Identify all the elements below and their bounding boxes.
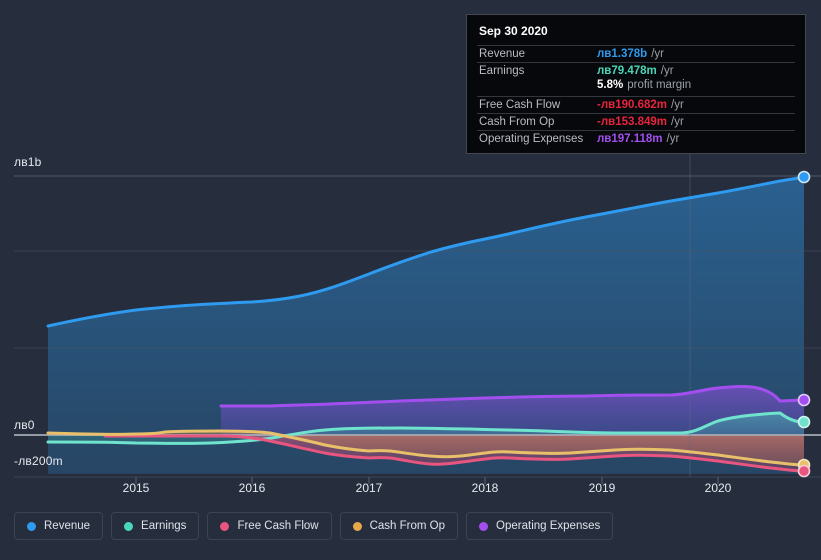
tooltip-suffix-profit-margin: profit margin: [627, 79, 692, 91]
legend-label-earnings: Earnings: [141, 520, 187, 532]
revenue-end-marker: [797, 170, 811, 184]
chart-page: лв1b лв0 -лв200m 2015 2016 2017 2018 201…: [0, 0, 821, 560]
legend-item-free-cash-flow[interactable]: Free Cash Flow: [207, 512, 332, 540]
x-axis-label-2015: 2015: [122, 481, 150, 495]
cash-from-op-color-dot-icon: [352, 521, 362, 531]
tooltip-row-earnings: Earnings лв79.478m /yr: [477, 62, 795, 79]
tooltip-suffix-revenue: /yr: [651, 48, 664, 60]
tooltip-date: Sep 30 2020: [479, 24, 548, 38]
fcf-end-marker: [797, 464, 811, 478]
tooltip-suffix-free-cash-flow: /yr: [671, 99, 684, 111]
earnings-end-marker: [797, 415, 811, 429]
tooltip-row-operating-expenses: Operating Expenses лв197.118m /yr: [477, 130, 795, 147]
legend-label-revenue: Revenue: [44, 520, 91, 532]
tooltip-row-profit-margin: 5.8% profit margin: [477, 79, 795, 96]
legend-item-revenue[interactable]: Revenue: [14, 512, 104, 540]
x-axis-label-2018: 2018: [471, 481, 499, 495]
legend-label-cash-from-op: Cash From Op: [369, 520, 446, 532]
tooltip-label-earnings: Earnings: [479, 65, 525, 77]
free-cash-flow-color-dot-icon: [220, 521, 230, 531]
legend-item-earnings[interactable]: Earnings: [111, 512, 200, 540]
tooltip-suffix-operating-expenses: /yr: [666, 133, 680, 145]
legend-item-cash-from-op[interactable]: Cash From Op: [339, 512, 459, 540]
tooltip-row-cash-from-op: Cash From Op -лв153.849m /yr: [477, 113, 795, 130]
x-axis-label-2020: 2020: [704, 481, 732, 495]
tooltip-value-profit-margin: 5.8%: [597, 79, 624, 91]
y-axis-label-1b: лв1b: [14, 155, 42, 169]
legend-label-free-cash-flow: Free Cash Flow: [237, 520, 319, 532]
legend-item-operating-expenses[interactable]: Operating Expenses: [466, 512, 614, 540]
operating-expenses-color-dot-icon: [479, 521, 489, 531]
tooltip-value-operating-expenses: лв197.118m: [597, 133, 663, 145]
earnings-color-dot-icon: [124, 521, 134, 531]
tooltip-label-operating-expenses: Operating Expenses: [479, 133, 584, 145]
revenue-color-dot-icon: [27, 521, 36, 531]
tooltip-value-earnings: лв79.478m: [597, 65, 657, 77]
tooltip-suffix-earnings: /yr: [660, 65, 674, 77]
y-axis-label-neg200m: -лв200m: [14, 454, 63, 468]
x-axis-label-2017: 2017: [355, 481, 383, 495]
opex-end-marker: [797, 393, 811, 407]
tooltip-value-cash-from-op: -лв153.849m: [597, 116, 667, 128]
legend-label-operating-expenses: Operating Expenses: [496, 520, 601, 532]
chart-tooltip: Sep 30 2020 Revenue лв1.378b /yr Earning…: [466, 14, 806, 154]
y-axis-label-0: лв0: [14, 418, 35, 432]
tooltip-label-revenue: Revenue: [479, 48, 526, 60]
chart-legend: Revenue Earnings Free Cash Flow Cash Fro…: [14, 512, 614, 540]
tooltip-label-free-cash-flow: Free Cash Flow: [479, 99, 561, 111]
tooltip-row-revenue: Revenue лв1.378b /yr: [477, 45, 795, 62]
tooltip-label-cash-from-op: Cash From Op: [479, 116, 555, 128]
tooltip-suffix-cash-from-op: /yr: [671, 116, 684, 128]
x-axis-label-2019: 2019: [588, 481, 616, 495]
tooltip-value-revenue: лв1.378b: [597, 48, 648, 60]
tooltip-row-free-cash-flow: Free Cash Flow -лв190.682m /yr: [477, 96, 795, 113]
x-axis-label-2016: 2016: [238, 481, 266, 495]
tooltip-value-free-cash-flow: -лв190.682m: [597, 99, 667, 111]
